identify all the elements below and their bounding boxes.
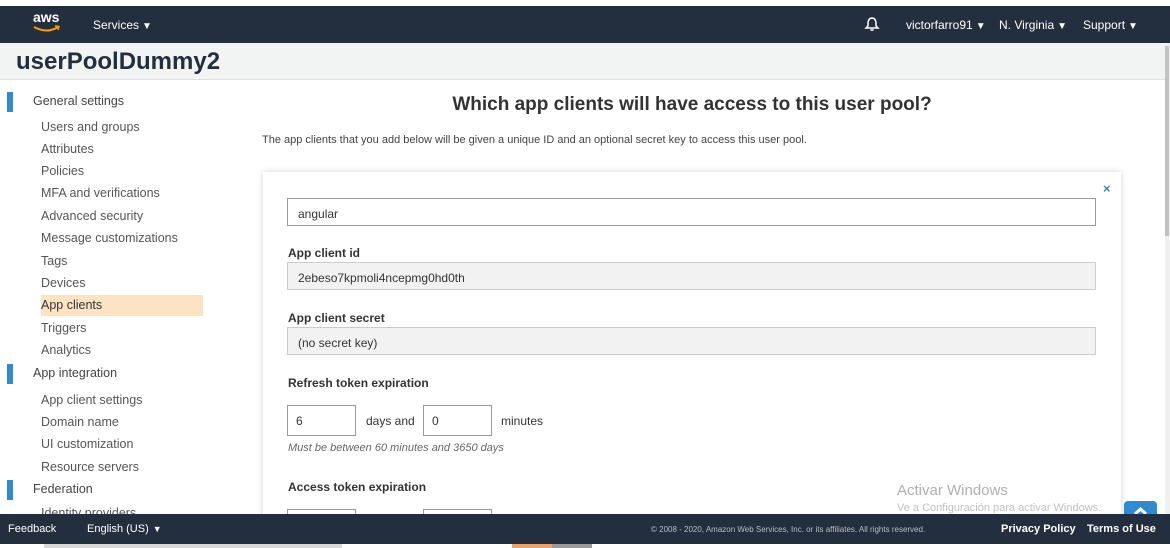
sidebar-item-message-customizations[interactable]: Message customizations [41, 228, 203, 249]
taskbar-segment [512, 544, 552, 548]
sidebar: General settings Users and groups Attrib… [0, 80, 215, 514]
account-menu[interactable]: victorfarro91 ▼ [906, 18, 986, 32]
sidebar-section-general-settings[interactable]: General settings [0, 91, 215, 113]
account-label: victorfarro91 [906, 18, 973, 32]
chevron-down-icon: ▼ [152, 524, 162, 534]
minutes-label: minutes [501, 414, 544, 428]
sidebar-item-label: MFA and verifications [41, 186, 160, 200]
sidebar-section-label: App integration [33, 366, 118, 380]
section-description: The app clients that you add below will … [262, 134, 807, 146]
sidebar-section-app-integration[interactable]: App integration [0, 363, 215, 385]
section-marker [7, 364, 13, 384]
sidebar-item-label: Attributes [41, 142, 94, 156]
taskbar-segment [44, 544, 342, 548]
section-marker [7, 480, 13, 500]
sidebar-section-federation[interactable]: Federation [0, 479, 215, 501]
refresh-minutes-input[interactable]: 0 [423, 405, 492, 436]
copyright-text: © 2008 - 2020, Amazon Web Services, Inc.… [651, 525, 926, 534]
sidebar-item-devices[interactable]: Devices [41, 273, 203, 294]
support-label: Support [1083, 18, 1126, 32]
app-client-name-input[interactable]: angular [287, 198, 1096, 226]
taskbar-segment [552, 544, 592, 548]
bell-icon[interactable] [864, 16, 880, 37]
chevron-down-icon: ▼ [975, 21, 986, 32]
chevron-down-icon: ▼ [142, 21, 152, 32]
section-heading: Which app clients will have access to th… [452, 94, 932, 115]
feedback-link[interactable]: Feedback [8, 523, 56, 535]
refresh-hint: Must be between 60 minutes and 3650 days [288, 442, 504, 454]
sidebar-item-label: Advanced security [41, 209, 144, 223]
windows-activation-text: Ve a Configuración para activar Windows. [897, 502, 1102, 514]
sidebar-item-advanced-security[interactable]: Advanced security [41, 206, 203, 227]
refresh-token-expiration-label: Refresh token expiration [288, 376, 429, 390]
sidebar-item-policies[interactable]: Policies [41, 161, 203, 182]
sidebar-item-label: App clients [41, 298, 103, 312]
aws-logo[interactable]: aws [33, 10, 61, 36]
page-header: userPoolDummy2 [0, 43, 1165, 80]
region-menu[interactable]: N. Virginia ▼ [999, 18, 1067, 32]
sidebar-item-identity-providers[interactable]: Identity providers [41, 503, 203, 514]
sidebar-item-analytics[interactable]: Analytics [41, 340, 203, 361]
sidebar-item-resource-servers[interactable]: Resource servers [41, 457, 203, 478]
chevron-down-icon: ▼ [1057, 21, 1068, 32]
app-client-id-field: 2ebeso7kpmoli4ncepmg0hd0th [287, 262, 1096, 290]
app-client-secret-field: (no secret key) [287, 327, 1096, 355]
support-menu[interactable]: Support ▼ [1083, 18, 1138, 32]
aws-logo-text: aws [33, 9, 60, 25]
days-and-label: days and [366, 414, 415, 428]
sidebar-item-label: Triggers [41, 321, 87, 335]
sidebar-item-mfa-and-verifications[interactable]: MFA and verifications [41, 183, 203, 204]
sidebar-item-users-and-groups[interactable]: Users and groups [41, 117, 203, 138]
sidebar-item-label: Devices [41, 276, 86, 290]
sidebar-section-label: General settings [33, 94, 125, 108]
chevron-down-icon: ▼ [1128, 21, 1138, 32]
top-navigation-bar: aws Services ▼ victorfarro91 ▼ N. Virginia… [0, 6, 1170, 43]
sidebar-item-label: Policies [41, 164, 85, 178]
sidebar-item-app-client-settings[interactable]: App client settings [41, 390, 203, 411]
sidebar-item-domain-name[interactable]: Domain name [41, 412, 203, 433]
privacy-policy-link[interactable]: Privacy Policy [1001, 523, 1076, 535]
services-menu[interactable]: Services ▼ [93, 18, 152, 32]
access-token-expiration-label: Access token expiration [288, 480, 427, 494]
language-label: English (US) [87, 523, 149, 535]
sidebar-item-label: Users and groups [41, 120, 140, 134]
sidebar-item-label: Message customizations [41, 231, 178, 245]
section-marker [7, 92, 13, 112]
app-client-id-label: App client id [288, 246, 360, 260]
scrollbar-thumb[interactable] [1165, 46, 1169, 236]
sidebar-item-label: Resource servers [41, 460, 139, 474]
sidebar-item-app-clients[interactable]: App clients [41, 295, 203, 316]
sidebar-item-label: Analytics [41, 343, 92, 357]
close-icon[interactable]: × [1103, 181, 1111, 196]
sidebar-item-label: Identity providers [41, 506, 137, 514]
sidebar-item-attributes[interactable]: Attributes [41, 139, 203, 160]
services-label: Services [93, 18, 140, 32]
sidebar-item-label: App client settings [41, 393, 143, 407]
sidebar-item-label: Domain name [41, 415, 119, 429]
sidebar-item-label: Tags [41, 254, 68, 268]
refresh-days-input[interactable]: 6 [287, 405, 356, 436]
app-client-secret-label: App client secret [288, 311, 385, 325]
aws-smile-icon [33, 25, 60, 32]
footer: Feedback English (US) ▼ © 2008 - 2020, Am… [0, 514, 1170, 544]
windows-activation-title: Activar Windows [897, 482, 1008, 499]
taskbar-strip [0, 544, 1170, 548]
page-title: userPoolDummy2 [16, 48, 221, 75]
sidebar-section-label: Federation [33, 482, 93, 496]
region-label: N. Virginia [999, 18, 1055, 32]
sidebar-item-tags[interactable]: Tags [41, 251, 203, 272]
sidebar-item-ui-customization[interactable]: UI customization [41, 434, 203, 455]
sidebar-item-label: UI customization [41, 437, 134, 451]
language-selector[interactable]: English (US) ▼ [87, 523, 162, 535]
terms-of-use-link[interactable]: Terms of Use [1087, 523, 1156, 535]
sidebar-item-triggers[interactable]: Triggers [41, 318, 203, 339]
